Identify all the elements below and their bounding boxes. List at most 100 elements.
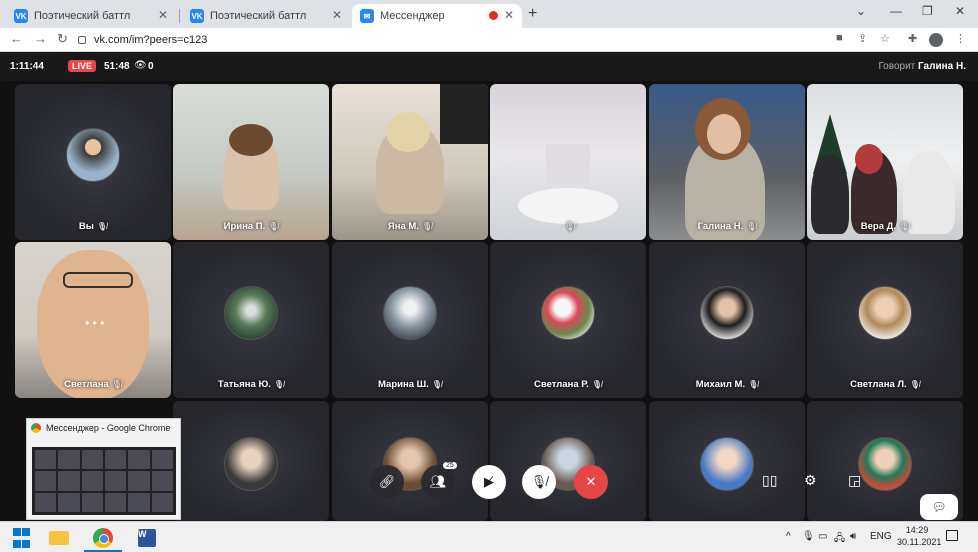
participant-label: Вера Д. 🎙︎̸	[860, 221, 910, 232]
tab-title: Поэтический баттл	[210, 10, 307, 22]
close-icon[interactable]: ✕	[504, 8, 514, 22]
forward-icon[interactable]: →	[34, 31, 47, 46]
url-text: vk.com/im?peers=c123	[94, 34, 208, 46]
mic-muted-icon: 🎙︎̸	[909, 380, 920, 389]
participants-count-badge: 25	[443, 462, 457, 469]
url-field[interactable]: vk.com/im?peers=c123	[78, 31, 818, 49]
system-clock[interactable]: 14:29 30.11.2021	[897, 524, 942, 548]
copy-link-button[interactable]: 🔗︎	[370, 465, 404, 499]
close-icon[interactable]: ✕	[158, 8, 168, 22]
mic-muted-icon: 🎙︎̸	[748, 380, 759, 389]
minimize-button[interactable]: —	[890, 4, 902, 18]
profile-avatar[interactable]	[929, 33, 943, 47]
network-icon[interactable]: 🖧︎	[834, 531, 845, 548]
avatar	[66, 128, 120, 182]
bookmark-star-icon[interactable]: ☆	[880, 32, 890, 45]
avatar	[700, 437, 754, 491]
layout-grid-icon[interactable]: ▯▯	[762, 472, 777, 489]
participant-tile[interactable]: • • • Светлана 🎙︎̸	[15, 242, 171, 398]
taskbar-window-preview[interactable]: Мессенджер - Google Chrome	[26, 418, 181, 520]
preview-thumbnail	[32, 447, 176, 515]
avatar	[858, 286, 912, 340]
participant-tile[interactable]: Яна М. 🎙︎̸	[332, 84, 488, 240]
participant-label: Марина Ш. 🎙︎̸	[378, 379, 442, 390]
participants-button[interactable]: 👥︎	[421, 465, 455, 499]
participant-label: Вы 🎙︎̸	[78, 221, 108, 232]
reload-icon[interactable]: ↻	[57, 31, 68, 47]
extensions-icon[interactable]: ✚	[908, 32, 917, 45]
menu-kebab-icon[interactable]: ⋮	[955, 32, 966, 45]
vk-icon: VK	[190, 9, 204, 23]
mic-muted-icon: 🎙︎̸	[421, 222, 433, 231]
clock-date: 30.11.2021	[897, 537, 942, 547]
file-explorer-icon[interactable]	[48, 527, 70, 549]
recording-icon	[489, 11, 498, 20]
tab-title: Мессенджер	[380, 10, 445, 22]
call-duration: 1:11:44	[10, 61, 44, 72]
speaking-prefix: Говорит	[878, 61, 916, 72]
battery-icon[interactable]: ▭	[818, 531, 827, 542]
participant-tile[interactable]: Светлана Л. 🎙︎̸	[807, 242, 963, 398]
camera-off-button[interactable]: ▶̸	[472, 465, 506, 499]
gear-icon[interactable]: ⚙	[804, 472, 817, 489]
volume-icon[interactable]: 🔊︎	[850, 531, 856, 542]
language-indicator[interactable]: ENG	[870, 531, 892, 542]
participant-tile[interactable]	[649, 401, 805, 521]
mic-muted-icon: 🎙︎̸	[96, 222, 108, 231]
end-call-button[interactable]: ✕	[574, 465, 608, 499]
chat-button[interactable]: 💬︎	[920, 494, 958, 520]
participant-tile[interactable]: Ирина П. 🎙︎̸	[173, 84, 329, 240]
participant-tile[interactable]	[332, 401, 488, 521]
back-icon[interactable]: ←	[10, 31, 23, 46]
close-window-button[interactable]: ✕	[955, 4, 965, 18]
word-icon[interactable]: W	[136, 527, 158, 549]
participant-tile[interactable]: 🎙︎̸	[490, 84, 646, 240]
microphone-tray-icon[interactable]: 🎙︎	[802, 531, 815, 542]
vk-icon: VK	[14, 9, 28, 23]
new-tab-button[interactable]: +	[528, 5, 537, 23]
call-status-bar: 1:11:44 LIVE 51:48 👁 0 Говорит Галина Н.	[0, 53, 978, 81]
participant-tile[interactable]: Вера Д. 🎙︎̸	[807, 84, 963, 240]
avatar	[383, 286, 437, 340]
avatar	[224, 437, 278, 491]
participant-label: Яна М. 🎙︎̸	[387, 221, 433, 232]
participant-tile[interactable]: Михаил М. 🎙︎̸	[649, 242, 805, 398]
address-bar-row: ← → ↻ vk.com/im?peers=c123 ■ ⇪ ☆ ✚ ⋮	[0, 28, 978, 52]
participant-label: 🎙︎̸	[490, 221, 646, 232]
tab-poetry-battle-2[interactable]: VK Поэтический баттл ✕	[182, 4, 350, 28]
participant-tile[interactable]: Марина Ш. 🎙︎̸	[332, 242, 488, 398]
windows-start-icon[interactable]	[10, 527, 32, 549]
chrome-taskbar-icon[interactable]	[92, 527, 114, 549]
browser-tab-strip: VK Поэтический баттл ✕ VK Поэтический ба…	[0, 0, 978, 28]
tab-messenger[interactable]: ✉ Мессенджер ✕	[352, 4, 522, 28]
participant-tile[interactable]	[173, 401, 329, 521]
participant-tile[interactable]	[490, 401, 646, 521]
tab-poetry-battle-1[interactable]: VK Поэтический баттл ✕	[6, 4, 176, 28]
close-icon[interactable]: ✕	[332, 8, 342, 22]
link-icon: 🔗︎	[378, 474, 396, 489]
participant-label: Светлана Л. 🎙︎̸	[850, 379, 920, 390]
mic-muted-icon: 🎙︎̸	[591, 380, 602, 389]
restore-button[interactable]: ❐	[922, 4, 933, 18]
participant-tile[interactable]: Вы 🎙︎̸	[15, 84, 171, 240]
participant-tile[interactable]: Татьяна Ю. 🎙︎̸	[173, 242, 329, 398]
camera-icon[interactable]: ■	[836, 32, 843, 44]
tab-title: Поэтический баттл	[34, 10, 131, 22]
minimize-call-icon[interactable]: ◲	[848, 472, 861, 489]
tray-up-icon[interactable]: ^	[786, 531, 791, 542]
tab-search-icon[interactable]: ⌄	[856, 4, 866, 18]
mic-off-button[interactable]: 🎙︎̸	[522, 465, 556, 499]
speaking-name: Галина Н.	[918, 61, 966, 72]
participant-tile[interactable]: Светлана Р. 🎙︎̸	[490, 242, 646, 398]
participant-label: Михаил М. 🎙︎̸	[695, 379, 759, 390]
participant-label: Светлана 🎙︎̸	[64, 379, 122, 390]
notification-icon[interactable]	[946, 530, 958, 541]
viewer-count: 0	[148, 61, 154, 72]
live-duration: 51:48	[104, 61, 130, 72]
share-icon[interactable]: ⇪	[858, 32, 867, 45]
avatar	[700, 286, 754, 340]
chat-bubble-icon: 💬︎	[931, 500, 947, 514]
participant-label: Татьяна Ю. 🎙︎̸	[217, 379, 285, 390]
participant-tile[interactable]: Галина Н. 🎙︎̸	[649, 84, 805, 240]
live-badge: LIVE	[68, 60, 97, 72]
